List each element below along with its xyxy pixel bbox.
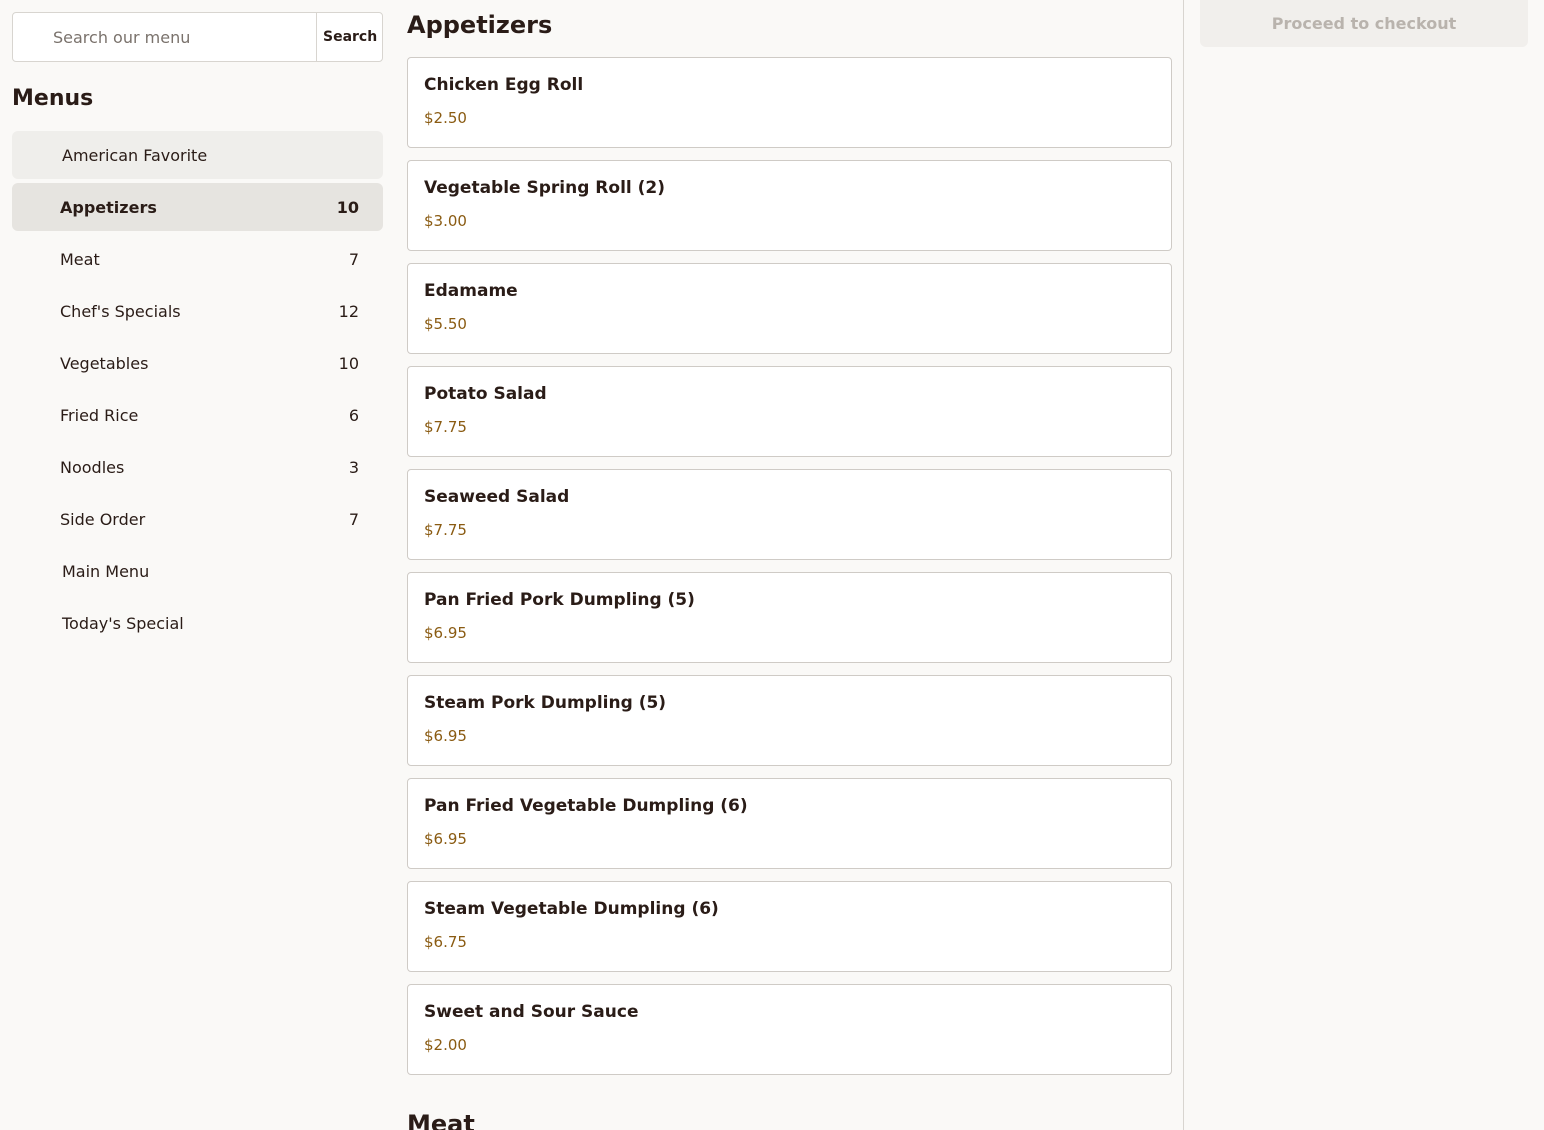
sidebar-item-label: Chef's Specials: [60, 301, 181, 321]
menu-item-card[interactable]: Sweet and Sour Sauce $2.00: [407, 984, 1172, 1075]
sidebar-item-label: Vegetables: [60, 353, 149, 373]
item-price: $2.00: [424, 1036, 467, 1054]
sidebar-item-appetizers[interactable]: Appetizers 10: [12, 183, 383, 231]
section-title-appetizers: Appetizers: [407, 11, 553, 39]
search-bar: Search: [12, 12, 383, 62]
item-name: Edamame: [424, 281, 518, 301]
sidebar-item-fried-rice[interactable]: Fried Rice 6: [12, 391, 383, 439]
sidebar-item-count: 12: [338, 301, 359, 321]
menu-item-card[interactable]: Chicken Egg Roll $2.50: [407, 57, 1172, 148]
item-price: $6.95: [424, 624, 467, 642]
item-name: Potato Salad: [424, 384, 547, 404]
sidebar-item-noodles[interactable]: Noodles 3: [12, 443, 383, 491]
item-price: $3.00: [424, 212, 467, 230]
sidebar-item-label: American Favorite: [62, 145, 208, 165]
item-price: $6.95: [424, 727, 467, 745]
search-button[interactable]: Search: [316, 13, 382, 61]
sidebar-item-label: Appetizers: [60, 197, 157, 217]
sidebar-item-count: 7: [348, 249, 359, 269]
sidebar-item-count: 10: [338, 353, 359, 373]
item-name: Seaweed Salad: [424, 487, 570, 507]
sidebar-item-todays-special[interactable]: Today's Special: [12, 599, 383, 647]
item-name: Steam Vegetable Dumpling (6): [424, 899, 719, 919]
item-price: $2.50: [424, 109, 467, 127]
sidebar-item-label: Today's Special: [62, 613, 184, 633]
item-name: Chicken Egg Roll: [424, 75, 584, 95]
column-divider: [1183, 0, 1184, 1130]
menu-item-card[interactable]: Edamame $5.50: [407, 263, 1172, 354]
sidebar-item-label: Fried Rice: [60, 405, 139, 425]
menu-item-card[interactable]: Pan Fried Pork Dumpling (5) $6.95: [407, 572, 1172, 663]
menu-item-card[interactable]: Steam Vegetable Dumpling (6) $6.75: [407, 881, 1172, 972]
item-price: $7.75: [424, 521, 467, 539]
sidebar-item-vegetables[interactable]: Vegetables 10: [12, 339, 383, 387]
item-price: $6.95: [424, 830, 467, 848]
item-name: Pan Fried Pork Dumpling (5): [424, 590, 695, 610]
item-name: Vegetable Spring Roll (2): [424, 178, 666, 198]
item-price: $5.50: [424, 315, 467, 333]
sidebar-item-meat[interactable]: Meat 7: [12, 235, 383, 283]
sidebar-item-side-order[interactable]: Side Order 7: [12, 495, 383, 543]
menus-title: Menus: [12, 86, 94, 111]
menu-item-card[interactable]: Potato Salad $7.75: [407, 366, 1172, 457]
sidebar-item-count: 3: [348, 457, 359, 477]
menu-item-card[interactable]: Vegetable Spring Roll (2) $3.00: [407, 160, 1172, 251]
sidebar-item-count: 10: [336, 197, 359, 217]
sidebar-item-label: Main Menu: [62, 561, 150, 581]
sidebar-item-chefs-specials[interactable]: Chef's Specials 12: [12, 287, 383, 335]
proceed-to-checkout-button[interactable]: Proceed to checkout: [1200, 0, 1528, 47]
sidebar: Search Menus American Favorite Appetizer…: [0, 0, 395, 1130]
appetizers-item-list: Chicken Egg Roll $2.50 Vegetable Spring …: [407, 57, 1172, 1087]
sidebar-item-american-favorite[interactable]: American Favorite: [12, 131, 383, 179]
item-price: $7.75: [424, 418, 467, 436]
menu-content: Appetizers Chicken Egg Roll $2.50 Vegeta…: [395, 0, 1183, 1130]
menu-item-card[interactable]: Seaweed Salad $7.75: [407, 469, 1172, 560]
item-price: $6.75: [424, 933, 467, 951]
menu-item-card[interactable]: Steam Pork Dumpling (5) $6.95: [407, 675, 1172, 766]
sidebar-item-count: 6: [348, 405, 359, 425]
menu-item-card[interactable]: Pan Fried Vegetable Dumpling (6) $6.95: [407, 778, 1172, 869]
item-name: Pan Fried Vegetable Dumpling (6): [424, 796, 748, 816]
sidebar-item-count: 7: [348, 509, 359, 529]
sidebar-item-main-menu[interactable]: Main Menu: [12, 547, 383, 595]
item-name: Steam Pork Dumpling (5): [424, 693, 667, 713]
section-title-meat: Meat: [407, 1110, 475, 1130]
item-name: Sweet and Sour Sauce: [424, 1002, 639, 1022]
sidebar-item-label: Noodles: [60, 457, 125, 477]
sidebar-item-label: Meat: [60, 249, 100, 269]
menu-list: American Favorite Appetizers 10 Meat 7 C…: [12, 131, 383, 651]
search-input[interactable]: [13, 13, 316, 61]
sidebar-item-label: Side Order: [60, 509, 146, 529]
